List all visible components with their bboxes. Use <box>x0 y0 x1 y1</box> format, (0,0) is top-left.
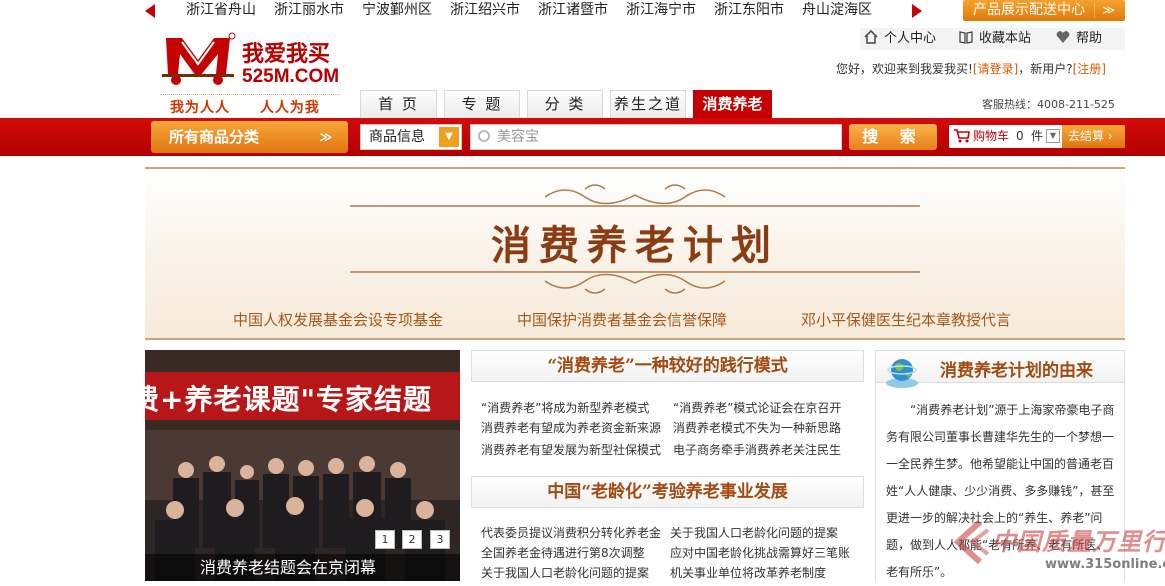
photo-caption[interactable]: 消费养老结题会在京闭幕 <box>145 554 460 581</box>
login-link[interactable]: [请登录] <box>973 62 1018 76</box>
city-list: 浙江省舟山 浙江丽水市 宁波鄞州区 浙江绍兴市 浙江诸暨市 浙江海宁市 浙江东阳… <box>186 0 890 22</box>
dropdown-arrow-icon: ▼ <box>439 127 459 147</box>
practice-title[interactable]: “消费养老”一种较好的践行模式 <box>471 350 864 382</box>
hero-banner: 消费养老计划 中国人权发展基金会设专项基金 中国保护消费者基金会信誉保障 邓小平… <box>145 167 1125 340</box>
banner-sub: 邓小平保健医生纪本章教授代言 <box>801 311 1012 329</box>
banner-sub: 中国保护消费者基金会信誉保障 <box>517 311 728 329</box>
city-link[interactable]: 浙江绍兴市 <box>450 0 520 22</box>
shopping-cart[interactable]: 购物车 0 件 ▼ 去结算 › <box>949 125 1125 148</box>
chevron-down-icon: ≫ <box>1102 3 1115 17</box>
tab-categories[interactable]: 分 类 <box>527 90 603 118</box>
watermark-url: www.315online.com <box>1045 557 1165 572</box>
account-center-label: 个人中心 <box>884 31 937 46</box>
news-link[interactable]: 全国养老金待遇进行第8次调整 <box>481 545 645 561</box>
news-link[interactable]: “消费养老”将成为新型养老模式 <box>481 400 649 416</box>
practice-list: “消费养老”将成为新型养老模式 “消费养老”模式论证会在京召开 消费养老有望成为… <box>481 400 861 460</box>
photo-slider[interactable]: 费+养老课题"专家结题 1 2 3 消费养老结题会在京闭幕 <box>145 350 460 581</box>
cart-label: 购物车 <box>973 129 1010 143</box>
new-user-text: ，新用户? <box>1018 62 1073 76</box>
news-link[interactable]: 电子商务牵手消费养老关注民生 <box>673 442 841 458</box>
news-link[interactable]: 机关事业单位将改革养老制度 <box>670 565 826 581</box>
slide-page-button[interactable]: 1 <box>375 530 395 549</box>
tab-consumer-pension[interactable]: 消费养老 <box>693 90 772 118</box>
checkout-button[interactable]: 去结算 › <box>1062 125 1125 148</box>
cart-unit: 件 <box>1031 129 1044 143</box>
search-icon <box>478 130 490 142</box>
logo-cart-icon <box>162 32 236 85</box>
aging-title[interactable]: 中国“老龄化”考验养老事业发展 <box>471 476 864 508</box>
help-link[interactable]: 帮助 <box>1056 30 1102 48</box>
delivery-center-button[interactable]: 产品展示配送中心 ≫ <box>963 0 1125 21</box>
bookmark-link[interactable]: 收藏本站 <box>959 30 1031 48</box>
banner-subtitles: 中国人权发展基金会设专项基金 中国保护消费者基金会信誉保障 邓小平保健医生纪本章… <box>145 309 1125 331</box>
slogan-part: 人人为我 <box>259 100 320 116</box>
globe-icon <box>886 359 918 388</box>
city-link[interactable]: 舟山淀海区 <box>802 0 872 22</box>
welcome-text: 您好，欢迎来到我爱我买![请登录]，新用户?[注册] <box>836 60 1106 77</box>
delivery-center-label: 产品展示配送中心 <box>973 2 1085 18</box>
chevron-down-icon: ≫ <box>319 130 332 144</box>
cart-icon <box>954 129 970 143</box>
city-link[interactable]: 浙江诸暨市 <box>538 0 608 22</box>
news-link[interactable]: 消费养老模式不失为一种新思路 <box>673 420 841 436</box>
main-nav: 首 页 专 题 分 类 养生之道 消费养老 <box>360 90 779 118</box>
city-link[interactable]: 浙江东阳市 <box>714 0 784 22</box>
watermark: 中国质量万里行 www.315online.com <box>950 520 1165 581</box>
slide-page-button[interactable]: 3 <box>430 530 450 549</box>
all-categories-label: 所有商品分类 <box>169 128 260 146</box>
slogan-part: 我为人人 <box>170 100 230 116</box>
logo-name: 我爱我买 <box>242 41 331 67</box>
divider <box>1094 3 1095 18</box>
register-link[interactable]: [注册] <box>1073 62 1106 76</box>
prev-arrow-icon[interactable] <box>145 4 155 18</box>
cart-count: 0 <box>1016 129 1024 143</box>
cart-dropdown-icon[interactable]: ▼ <box>1046 129 1060 143</box>
news-link[interactable]: 应对中国老龄化挑战需算好三笔账 <box>670 545 850 561</box>
logo-slogan: 我为人人 人人为我 <box>160 94 340 116</box>
bookmark-label: 收藏本站 <box>979 31 1032 46</box>
banner-sub: 中国人权发展基金会设专项基金 <box>233 311 444 329</box>
news-link[interactable]: 消费养老有望成为养老资金新来源 <box>481 420 661 436</box>
origin-title[interactable]: 消费养老计划的由来 <box>940 356 1093 381</box>
home-icon <box>864 30 878 44</box>
watermark-text: 中国质量万里行 <box>992 527 1165 556</box>
help-label: 帮助 <box>1076 31 1103 46</box>
search-type-select[interactable]: 商品信息 ▼ <box>360 124 462 150</box>
photo-banner-text: 费+养老课题"专家结题 <box>145 383 433 416</box>
account-center-link[interactable]: 个人中心 <box>864 30 936 48</box>
city-link[interactable]: 浙江省舟山 <box>186 0 256 22</box>
search-input[interactable]: 美容宝 <box>470 124 842 150</box>
logo-domain: 525M.COM <box>242 66 340 87</box>
search-button[interactable]: 搜 索 <box>849 124 937 150</box>
greeting: 您好，欢迎来到我爱我买! <box>836 62 973 76</box>
news-link[interactable]: “消费养老”模式论证会在京召开 <box>673 400 841 416</box>
heart-icon <box>1056 31 1070 43</box>
top-links: 个人中心 收藏本站 帮助 <box>860 28 1125 50</box>
hotline: 客服热线：4008-211-525 <box>982 98 1115 111</box>
search-placeholder: 美容宝 <box>497 129 539 145</box>
aging-list: 代表委员提议消费积分转化养老金 关于我国人口老龄化问题的提案 全国养老金待遇进行… <box>481 525 861 581</box>
city-link[interactable]: 浙江海宁市 <box>626 0 696 22</box>
news-link[interactable]: 消费养老有望发展为新型社保模式 <box>481 442 661 458</box>
next-arrow-icon[interactable] <box>912 4 922 18</box>
book-icon <box>959 31 973 44</box>
city-link[interactable]: 宁波鄞州区 <box>362 0 432 22</box>
banner-title: 消费养老计划 <box>491 222 779 269</box>
news-link[interactable]: 关于我国人口老龄化问题的提案 <box>481 565 649 581</box>
search-bar: 所有商品分类 ≫ 商品信息 ▼ 美容宝 搜 索 购物车 0 件 ▼ 去结算 › <box>0 118 1165 156</box>
slide-page-button[interactable]: 2 <box>402 530 422 549</box>
search-type-value: 商品信息 <box>369 129 425 145</box>
tab-health[interactable]: 养生之道 <box>610 90 686 118</box>
tab-topics[interactable]: 专 题 <box>444 90 520 118</box>
news-link[interactable]: 代表委员提议消费积分转化养老金 <box>481 525 661 541</box>
news-link[interactable]: 关于我国人口老龄化问题的提案 <box>670 525 838 541</box>
tab-home[interactable]: 首 页 <box>360 90 437 118</box>
origin-header: 消费养老计划的由来 <box>876 351 1124 388</box>
all-categories-button[interactable]: 所有商品分类 ≫ <box>151 121 348 153</box>
city-bar: 浙江省舟山 浙江丽水市 宁波鄞州区 浙江绍兴市 浙江诸暨市 浙江海宁市 浙江东阳… <box>0 0 1165 22</box>
site-logo[interactable]: 我爱我买 525M.COM 我为人人 人人为我 <box>160 30 340 116</box>
city-link[interactable]: 浙江丽水市 <box>274 0 344 22</box>
practice-section: “消费养老”一种较好的践行模式 “消费养老”将成为新型养老模式 “消费养老”模式… <box>471 350 864 475</box>
aging-section: 中国“老龄化”考验养老事业发展 代表委员提议消费积分转化养老金 关于我国人口老龄… <box>471 476 864 581</box>
